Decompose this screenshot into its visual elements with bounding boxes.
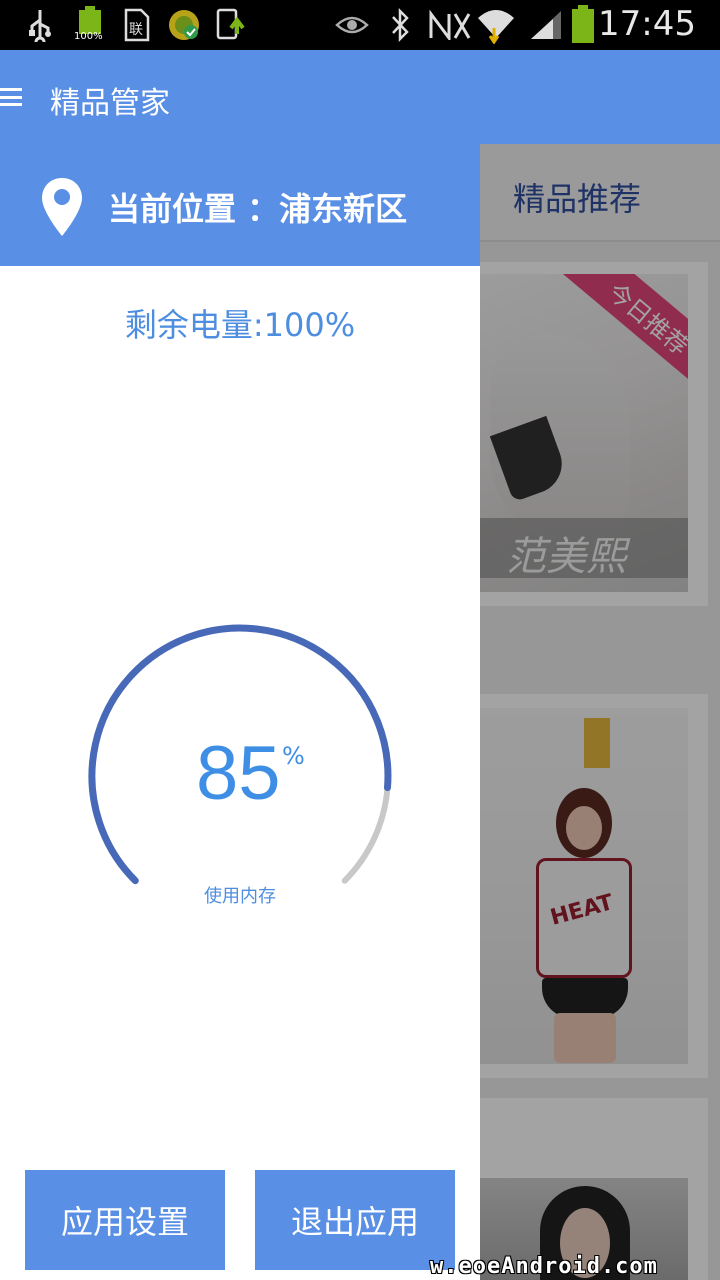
navigation-drawer: 当前位置 ：浦东新区 剩余电量:100% 85 % 使用内存 应用设置 退出应用 <box>0 144 480 1280</box>
wifi-icon <box>476 8 516 44</box>
app-title[interactable]: 精品管家 <box>50 78 170 122</box>
hamburger-menu-icon[interactable] <box>0 88 22 106</box>
location-pin-icon <box>40 176 84 238</box>
current-location: 当前位置 ：浦东新区 <box>108 184 407 230</box>
battery-icon <box>568 5 598 43</box>
sim-card-icon: 联 <box>122 8 152 42</box>
app-bar: 精品管家 <box>0 50 720 144</box>
memory-unit: % <box>282 742 305 770</box>
drawer-header: 当前位置 ：浦东新区 <box>0 144 480 266</box>
download-icon <box>214 8 250 42</box>
bluetooth-icon <box>386 8 414 42</box>
memory-label: 使用内存 <box>204 886 276 907</box>
no-signal-icon <box>428 8 472 42</box>
watermark: w.eoeAndroid.com <box>430 1254 658 1279</box>
status-bar: 100% 联 17:45 <box>0 0 720 50</box>
drawer-scrim[interactable] <box>480 144 720 1280</box>
exit-app-button[interactable]: 退出应用 <box>255 1170 455 1270</box>
gauge-track <box>341 784 391 884</box>
location-value: ：浦东新区 <box>247 190 408 228</box>
eye-icon <box>334 8 370 42</box>
battery-remaining: 剩余电量:100% <box>124 306 356 344</box>
battery-percent-label: 100% <box>74 31 103 42</box>
app-update-icon <box>166 8 202 42</box>
cell-signal-icon <box>528 8 564 42</box>
svg-text:联: 联 <box>129 22 143 38</box>
location-label: 当前位置 <box>108 190 237 228</box>
clock-time: 17:45 <box>598 4 696 44</box>
app-settings-button[interactable]: 应用设置 <box>25 1170 225 1270</box>
memory-percent: 85 <box>196 731 281 816</box>
usb-icon <box>26 8 54 42</box>
